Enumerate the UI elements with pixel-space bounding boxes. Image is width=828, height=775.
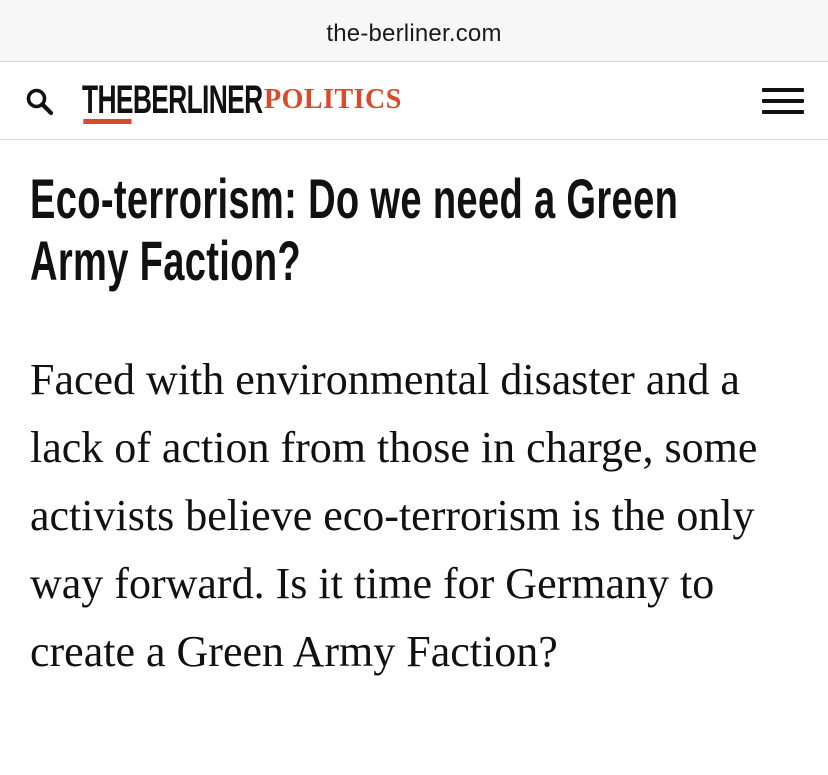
logo-name: BERLINER — [132, 78, 263, 122]
menu-bar — [762, 110, 804, 114]
site-logo[interactable]: THEBERLINER — [82, 78, 263, 126]
logo-the: THE — [82, 78, 133, 124]
url-text[interactable]: the-berliner.com — [0, 20, 828, 48]
article-standfirst: Faced with environmental disaster and a … — [30, 355, 758, 676]
menu-bar — [762, 99, 804, 103]
search-icon[interactable] — [24, 86, 56, 118]
hamburger-menu-icon[interactable] — [762, 86, 806, 118]
section-link-politics[interactable]: POLITICS — [264, 84, 402, 116]
site-header: THEBERLINER POLITICS — [0, 62, 828, 140]
browser-address-bar[interactable]: the-berliner.com — [0, 0, 828, 62]
menu-bar — [762, 88, 804, 92]
article-headline: Eco-terrorism: Do we need a Green Army F… — [30, 167, 679, 292]
